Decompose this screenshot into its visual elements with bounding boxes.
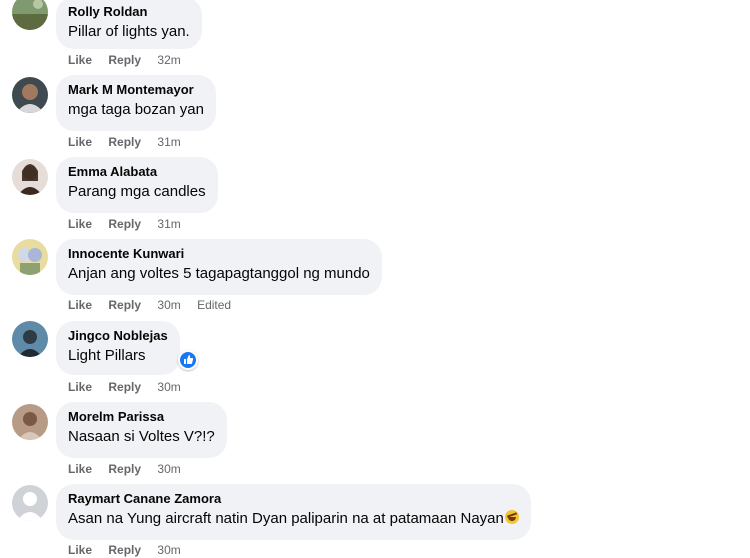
comment-bubble: Jingco Noblejas Light Pillars <box>56 321 180 375</box>
author-name[interactable]: Emma Alabata <box>68 164 206 180</box>
timestamp[interactable]: 31m <box>157 217 180 231</box>
comment-actions: Like Reply 31m <box>68 134 194 150</box>
reply-button[interactable]: Reply <box>108 462 141 476</box>
like-button[interactable]: Like <box>68 53 92 67</box>
comment-bubble: Raymart Canane Zamora Asan na Yung aircr… <box>56 484 531 540</box>
like-button[interactable]: Like <box>68 462 92 476</box>
avatar[interactable] <box>12 159 48 195</box>
like-button[interactable]: Like <box>68 135 92 149</box>
reply-button[interactable]: Reply <box>108 135 141 149</box>
author-name[interactable]: Jingco Noblejas <box>68 328 168 344</box>
timestamp[interactable]: 32m <box>157 53 180 67</box>
comment-text: Nasaan si Voltes V?!? <box>68 428 215 445</box>
reply-button[interactable]: Reply <box>108 217 141 231</box>
author-name[interactable]: Raymart Canane Zamora <box>68 491 519 507</box>
avatar[interactable] <box>12 321 48 357</box>
comment-bubble: Mark M Montemayor mga taga bozan yan <box>56 75 216 131</box>
comment-text: Pillar of lights yan. <box>68 23 190 40</box>
like-button[interactable]: Like <box>68 380 92 394</box>
reply-button[interactable]: Reply <box>108 298 141 312</box>
comment-actions: Like Reply 32m <box>68 52 194 68</box>
reply-button[interactable]: Reply <box>108 380 141 394</box>
timestamp[interactable]: 30m <box>157 462 180 476</box>
like-button[interactable]: Like <box>68 217 92 231</box>
comment-text: Parang mga candles <box>68 183 206 200</box>
avatar[interactable] <box>12 77 48 113</box>
comment-actions: Like Reply 30m <box>68 542 194 558</box>
like-button[interactable]: Like <box>68 298 92 312</box>
edited-label: Edited <box>197 298 232 312</box>
comment-list: Rolly Roldan Pillar of lights yan. Like … <box>0 0 750 558</box>
timestamp[interactable]: 31m <box>157 135 180 149</box>
avatar[interactable] <box>12 404 48 440</box>
author-name[interactable]: Morelm Parissa <box>68 409 215 425</box>
comment-text-content: Asan na Yung aircraft natin Dyan palipar… <box>68 510 504 527</box>
comment-bubble: Rolly Roldan Pillar of lights yan. <box>56 0 202 49</box>
like-reaction-icon[interactable] <box>178 350 198 370</box>
timestamp[interactable]: 30m <box>157 298 180 312</box>
avatar[interactable] <box>12 485 48 521</box>
comment-bubble: Morelm Parissa Nasaan si Voltes V?!? <box>56 402 227 458</box>
comment-text: Asan na Yung aircraft natin Dyan palipar… <box>68 509 519 529</box>
avatar[interactable] <box>12 0 48 30</box>
reply-button[interactable]: Reply <box>108 543 141 557</box>
comment-actions: Like Reply 31m <box>68 216 194 232</box>
reply-button[interactable]: Reply <box>108 53 141 67</box>
comment-actions: Like Reply 30m <box>68 379 194 395</box>
comment-bubble: Emma Alabata Parang mga candles <box>56 157 218 213</box>
comment-actions: Like Reply 30m <box>68 461 194 477</box>
comment-actions: Like Reply 30m Edited <box>68 297 231 313</box>
like-button[interactable]: Like <box>68 543 92 557</box>
timestamp[interactable]: 30m <box>157 543 180 557</box>
author-name[interactable]: Innocente Kunwari <box>68 246 370 262</box>
avatar[interactable] <box>12 239 48 275</box>
comment-text: mga taga bozan yan <box>68 101 204 118</box>
author-name[interactable]: Mark M Montemayor <box>68 82 204 98</box>
comment-text: Anjan ang voltes 5 tagapagtanggol ng mun… <box>68 265 370 282</box>
comment-text: Light Pillars <box>68 347 146 364</box>
comment-bubble: Innocente Kunwari Anjan ang voltes 5 tag… <box>56 239 382 295</box>
author-name[interactable]: Rolly Roldan <box>68 4 190 20</box>
rofl-emoji-icon <box>504 510 519 524</box>
timestamp[interactable]: 30m <box>157 380 180 394</box>
